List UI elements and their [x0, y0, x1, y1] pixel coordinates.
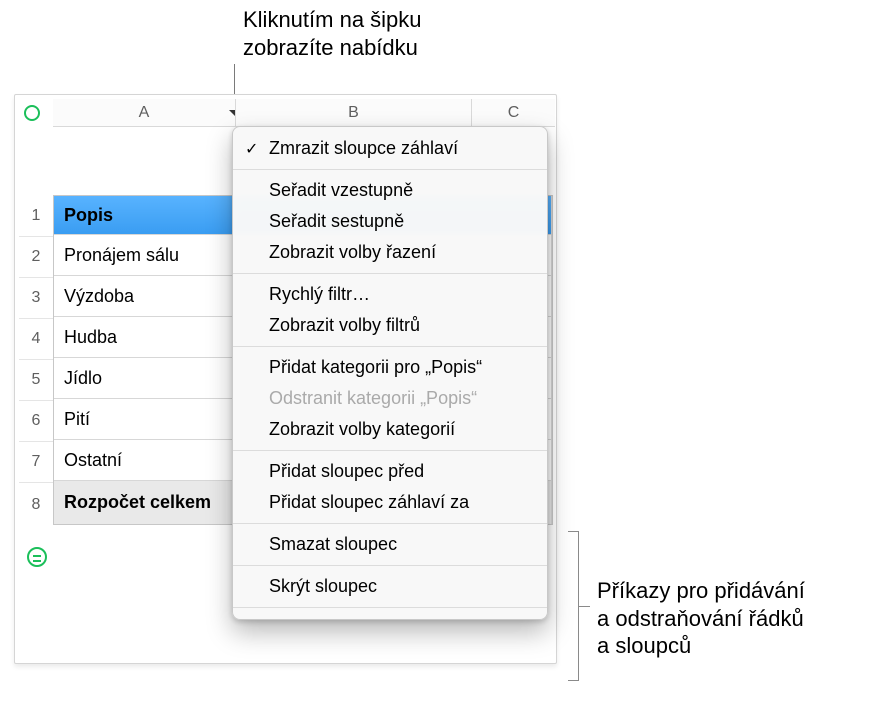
menu-item-sort-asc[interactable]: Seřadit vzestupně	[233, 175, 547, 206]
cell-a7[interactable]: Ostatní	[54, 440, 236, 480]
callout-top-line1: Kliknutím na šipku	[243, 6, 422, 34]
row-header-5[interactable]: 5	[19, 359, 53, 400]
row-header-7-label: 7	[32, 453, 41, 471]
cell-a8-text: Rozpočet celkem	[64, 492, 211, 513]
row-header-1-label: 1	[32, 207, 41, 225]
cell-a7-text: Ostatní	[64, 450, 122, 471]
menu-item-label: Přidat sloupec záhlaví za	[269, 492, 469, 512]
cell-a3-text: Výzdoba	[64, 286, 134, 307]
menu-item-label: Seřadit vzestupně	[269, 180, 413, 200]
menu-item-label: Skrýt sloupec	[269, 576, 377, 596]
menu-item-label: Přidat sloupec před	[269, 461, 424, 481]
cell-a3[interactable]: Výzdoba	[54, 276, 236, 316]
callout-right: Příkazy pro přidávání a odstraňování řád…	[597, 577, 805, 660]
menu-item-add-header-col-after[interactable]: Přidat sloupec záhlaví za	[233, 487, 547, 518]
menu-item-quick-filter[interactable]: Rychlý filtr…	[233, 279, 547, 310]
menu-item-add-col-before[interactable]: Přidat sloupec před	[233, 456, 547, 487]
callout-top: Kliknutím na šipku zobrazíte nabídku	[243, 6, 422, 61]
add-row-icon[interactable]	[27, 547, 47, 567]
column-header-a[interactable]: A	[53, 99, 235, 127]
cell-a1-text: Popis	[64, 205, 113, 226]
menu-item-label: Přidat kategorii pro „Popis“	[269, 357, 482, 377]
row-header-2-label: 2	[32, 248, 41, 266]
menu-item-delete-col[interactable]: Smazat sloupec	[233, 529, 547, 560]
callout-right-line3: a sloupců	[597, 632, 805, 660]
cell-a8[interactable]: Rozpočet celkem	[54, 481, 236, 524]
menu-item-freeze-header-cols[interactable]: ✓ Zmrazit sloupce záhlaví	[233, 133, 547, 164]
cell-a2[interactable]: Pronájem sálu	[54, 235, 236, 275]
menu-separator	[233, 346, 547, 347]
row-header-5-label: 5	[32, 371, 41, 389]
menu-item-label: Odstranit kategorii „Popis“	[269, 388, 477, 408]
row-header-3[interactable]: 3	[19, 277, 53, 318]
row-header-7[interactable]: 7	[19, 441, 53, 482]
menu-separator	[233, 169, 547, 170]
column-context-menu: ✓ Zmrazit sloupce záhlaví Seřadit vzestu…	[232, 126, 548, 620]
row-header-8[interactable]: 8	[19, 482, 53, 526]
cell-a4-text: Hudba	[64, 327, 117, 348]
cell-a6[interactable]: Pití	[54, 399, 236, 439]
menu-item-show-category-opts[interactable]: Zobrazit volby kategorií	[233, 414, 547, 445]
row-header-6[interactable]: 6	[19, 400, 53, 441]
callout-right-line2: a odstraňování řádků	[597, 605, 805, 633]
column-header-c[interactable]: C	[471, 99, 555, 127]
column-headers: A B C	[53, 99, 556, 127]
menu-item-label: Zobrazit volby řazení	[269, 242, 436, 262]
menu-separator	[233, 450, 547, 451]
column-header-b-label: B	[348, 104, 359, 122]
column-header-c-label: C	[508, 104, 520, 122]
menu-item-label: Zmrazit sloupce záhlaví	[269, 138, 458, 158]
menu-item-remove-category: Odstranit kategorii „Popis“	[233, 383, 547, 414]
menu-item-label: Smazat sloupec	[269, 534, 397, 554]
menu-item-sort-desc[interactable]: Seřadit sestupně	[233, 206, 547, 237]
cell-a4[interactable]: Hudba	[54, 317, 236, 357]
cell-a5-text: Jídlo	[64, 368, 102, 389]
menu-item-label: Zobrazit volby filtrů	[269, 315, 420, 335]
cell-a2-text: Pronájem sálu	[64, 245, 179, 266]
row-header-4[interactable]: 4	[19, 318, 53, 359]
menu-separator	[233, 273, 547, 274]
menu-item-add-category[interactable]: Přidat kategorii pro „Popis“	[233, 352, 547, 383]
cell-a5[interactable]: Jídlo	[54, 358, 236, 398]
row-header-3-label: 3	[32, 289, 41, 307]
callout-right-line1: Příkazy pro přidávání	[597, 577, 805, 605]
cell-a6-text: Pití	[64, 409, 90, 430]
column-header-a-label: A	[139, 104, 150, 122]
row-header-1[interactable]: 1	[19, 195, 53, 236]
menu-separator	[233, 565, 547, 566]
menu-item-hide-col[interactable]: Skrýt sloupec	[233, 571, 547, 602]
menu-item-label: Seřadit sestupně	[269, 211, 404, 231]
callout-right-bracket	[568, 531, 590, 681]
row-header-2[interactable]: 2	[19, 236, 53, 277]
menu-item-show-filter-opts[interactable]: Zobrazit volby filtrů	[233, 310, 547, 341]
row-headers: 1 2 3 4 5 6 7 8	[19, 195, 53, 526]
row-header-8-label: 8	[32, 496, 41, 514]
row-header-4-label: 4	[32, 330, 41, 348]
callout-top-line2: zobrazíte nabídku	[243, 34, 422, 62]
row-header-6-label: 6	[32, 412, 41, 430]
table-corner-handle[interactable]	[24, 105, 40, 121]
checkmark-icon: ✓	[245, 139, 258, 159]
column-header-b[interactable]: B	[235, 99, 471, 127]
menu-separator	[233, 523, 547, 524]
menu-item-label: Zobrazit volby kategorií	[269, 419, 455, 439]
menu-item-label: Rychlý filtr…	[269, 284, 370, 304]
cell-a1[interactable]: Popis	[54, 196, 236, 234]
menu-item-show-sort-opts[interactable]: Zobrazit volby řazení	[233, 237, 547, 268]
menu-separator	[233, 607, 547, 608]
